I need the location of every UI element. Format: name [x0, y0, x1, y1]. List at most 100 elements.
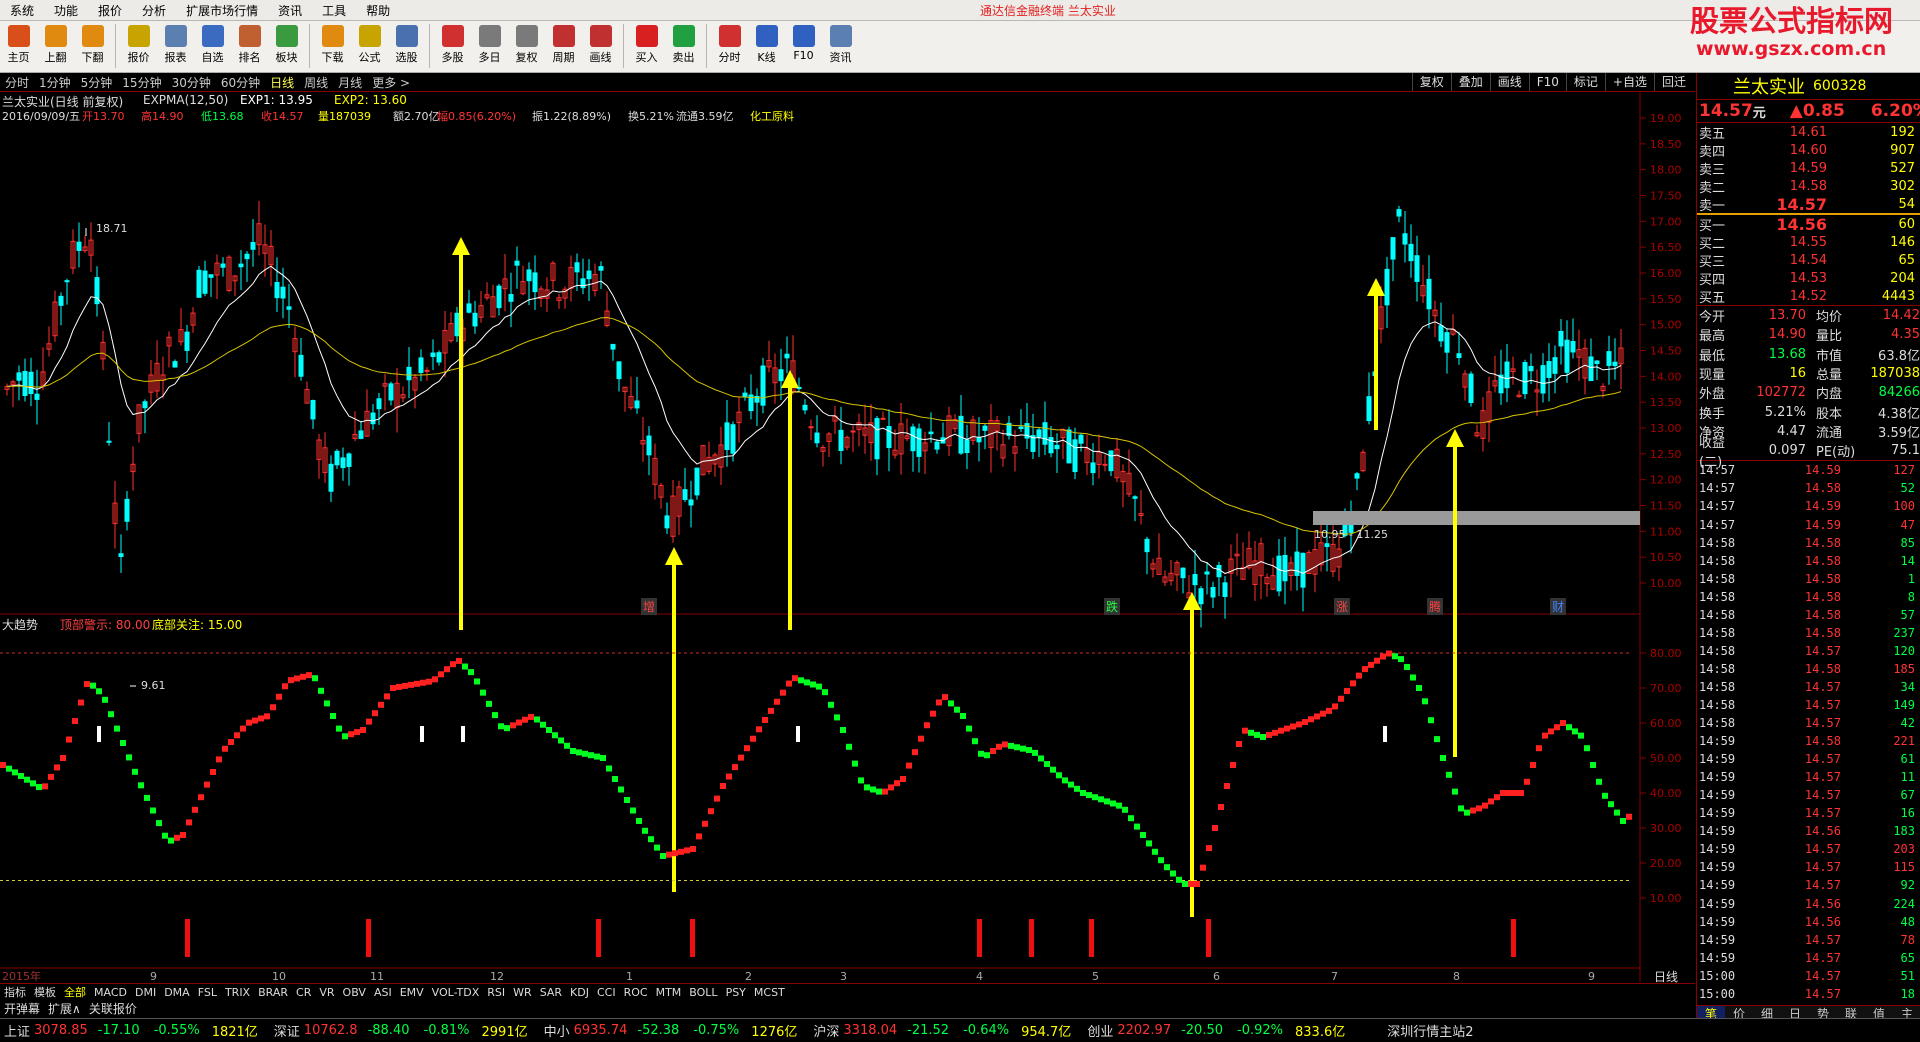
toolbar-button-download[interactable]: 下载 [314, 21, 351, 72]
tick-list[interactable]: 14:57 14.59 127 14:57 14.58 52 14:57 14.59 100 14… [1697, 461, 1920, 1002]
orderbook-buy-row[interactable]: 买一 14.56 60 [1697, 215, 1920, 234]
period-tab-8[interactable]: 月线 [333, 74, 367, 91]
menu-item-2[interactable]: 报价 [88, 2, 132, 19]
orderbook-buy-row[interactable]: 买二 14.55 146 [1697, 233, 1920, 252]
indicator-tab-15[interactable]: RSI [483, 986, 509, 999]
chart-tool-1[interactable]: 叠加 [1450, 73, 1490, 91]
index-name[interactable]: 创业 [1087, 1021, 1113, 1040]
chart-tool-5[interactable]: +自选 [1604, 73, 1654, 91]
toolbar-button-sell[interactable]: 卖出 [665, 21, 702, 72]
toolbar-button-blocks[interactable]: 板块 [268, 21, 305, 72]
toolbar-button-news[interactable]: 资讯 [822, 21, 859, 72]
indicator-tab-4[interactable]: DMI [131, 986, 160, 999]
toolbar-button-kline[interactable]: K线 [748, 21, 785, 72]
bottom-tab-0[interactable]: 开弹幕 [0, 1000, 44, 1017]
toolbar-button-report[interactable]: 报表 [157, 21, 194, 72]
orderbook-sell-row[interactable]: 卖五 14.61 192 [1697, 123, 1920, 142]
menu-item-5[interactable]: 资讯 [268, 2, 312, 19]
toolbar-button-intraday[interactable]: 分时 [711, 21, 748, 72]
indicator-tab-20[interactable]: ROC [620, 986, 652, 999]
toolbar-button-buy[interactable]: 买入 [628, 21, 665, 72]
period-tab-5[interactable]: 60分钟 [216, 74, 265, 91]
orderbook-sell-row[interactable]: 卖四 14.60 907 [1697, 141, 1920, 160]
orderbook-buy-row[interactable]: 买三 14.54 65 [1697, 251, 1920, 270]
index-name[interactable]: 中小 [544, 1021, 570, 1040]
toolbar-button-f10[interactable]: F10 [785, 21, 822, 72]
period-tab-1[interactable]: 1分钟 [34, 74, 76, 91]
toolbar-button-home[interactable]: 主页 [0, 21, 37, 72]
indicator-tab-21[interactable]: MTM [652, 986, 686, 999]
indicator-tab-12[interactable]: ASI [370, 986, 396, 999]
event-marker-1[interactable]: 跌 [1104, 598, 1121, 615]
chart-tool-2[interactable]: 画线 [1489, 73, 1529, 91]
period-tab-6[interactable]: 日线 [265, 74, 299, 91]
period-tab-2[interactable]: 5分钟 [76, 74, 118, 91]
chart-tool-6[interactable]: 回迁 [1653, 73, 1693, 91]
chart-tool-0[interactable]: 复权 [1411, 73, 1451, 91]
toolbar-button-yen[interactable]: 报价 [120, 21, 157, 72]
index-name[interactable]: 上证 [4, 1021, 30, 1040]
server-name[interactable]: 深圳行情主站2 [1387, 1021, 1473, 1040]
event-marker-0[interactable]: 增 [641, 598, 658, 615]
chart-tool-4[interactable]: 标记 [1565, 73, 1605, 91]
indicator-tab-14[interactable]: VOL-TDX [428, 986, 484, 999]
menu-item-3[interactable]: 分析 [132, 2, 176, 19]
indicator-tab-16[interactable]: WR [509, 986, 536, 999]
indicator-tab-2[interactable]: 全部 [60, 984, 90, 1000]
toolbar-button-formula[interactable]: 公式 [351, 21, 388, 72]
indicator-tab-13[interactable]: EMV [396, 986, 428, 999]
indicator-tab-6[interactable]: FSL [194, 986, 221, 999]
toolbar-button-up-arrow[interactable]: 上翻 [37, 21, 74, 72]
indicator-tab-24[interactable]: MCST [750, 986, 789, 999]
indicator-tab-8[interactable]: BRAR [254, 986, 292, 999]
indicator-tab-5[interactable]: DMA [160, 986, 194, 999]
toolbar-button-down-arrow[interactable]: 下翻 [74, 21, 111, 72]
menu-item-4[interactable]: 扩展市场行情 [176, 2, 268, 19]
period-tab-0[interactable]: 分时 [0, 74, 34, 91]
indicator-step [1428, 717, 1434, 724]
toolbar-button-restore[interactable]: 复权 [508, 21, 545, 72]
toolbar-button-rank[interactable]: 排名 [231, 21, 268, 72]
event-marker-4[interactable]: 财 [1550, 598, 1567, 615]
chart-area[interactable]: 19.00 18.50 18.00 17.50 17.00 16.50 16.00 15.50… [0, 92, 1695, 984]
orderbook-sell-row[interactable]: 卖三 14.59 527 [1697, 159, 1920, 178]
index-name[interactable]: 沪深 [813, 1021, 839, 1040]
period-tab-9[interactable]: 更多 > [367, 74, 415, 91]
indicator-tab-3[interactable]: MACD [90, 986, 131, 999]
menu-item-0[interactable]: 系统 [0, 2, 44, 19]
bottom-tab-1[interactable]: 扩展∧ [44, 1000, 85, 1017]
indicator-tab-11[interactable]: OBV [339, 986, 370, 999]
orderbook-buy-row[interactable]: 买四 14.53 204 [1697, 269, 1920, 288]
toolbar-button-f6[interactable]: 自选 [194, 21, 231, 72]
event-marker-2[interactable]: 涨 [1334, 598, 1351, 615]
chart-tool-3[interactable]: F10 [1528, 73, 1566, 91]
indicator-tab-18[interactable]: KDJ [566, 986, 593, 999]
period-tab-4[interactable]: 30分钟 [167, 74, 216, 91]
toolbar-button-clock[interactable]: 多日 [471, 21, 508, 72]
event-marker-3[interactable]: 腾 [1427, 598, 1444, 615]
index-name[interactable]: 深证 [274, 1021, 300, 1040]
toolbar-button-draw-line[interactable]: 画线 [582, 21, 619, 72]
indicator-tab-9[interactable]: CR [292, 986, 315, 999]
indicator-tab-23[interactable]: PSY [722, 986, 750, 999]
indicator-tab-0[interactable]: 指标 [0, 984, 30, 1000]
orderbook-sell-row[interactable]: 卖一 14.57 54 [1697, 195, 1920, 214]
indicator-tab-22[interactable]: BOLL [685, 986, 721, 999]
indicator-tab-19[interactable]: CCI [593, 986, 620, 999]
toolbar-button-stock-select[interactable]: 选股 [388, 21, 425, 72]
period-tab-7[interactable]: 周线 [299, 74, 333, 91]
menu-item-1[interactable]: 功能 [44, 2, 88, 19]
menu-item-6[interactable]: 工具 [312, 2, 356, 19]
toolbar-button-f8[interactable]: 周期 [545, 21, 582, 72]
menu-item-7[interactable]: 帮助 [356, 2, 400, 19]
indicator-tab-1[interactable]: 模板 [30, 984, 60, 1000]
period-tab-3[interactable]: 15分钟 [117, 74, 166, 91]
toolbar-button-multi-stock[interactable]: 多股 [434, 21, 471, 72]
orderbook-buy-row[interactable]: 买五 14.52 4443 [1697, 287, 1920, 306]
orderbook-sell-row[interactable]: 卖二 14.58 302 [1697, 177, 1920, 196]
kline-chart[interactable]: 19.00 18.50 18.00 17.50 17.00 16.50 16.00 15.50… [0, 92, 1695, 982]
indicator-tab-7[interactable]: TRIX [221, 986, 254, 999]
indicator-tab-17[interactable]: SAR [536, 986, 566, 999]
indicator-tab-10[interactable]: VR [315, 986, 338, 999]
bottom-tab-2[interactable]: 关联报价 [85, 1000, 141, 1017]
